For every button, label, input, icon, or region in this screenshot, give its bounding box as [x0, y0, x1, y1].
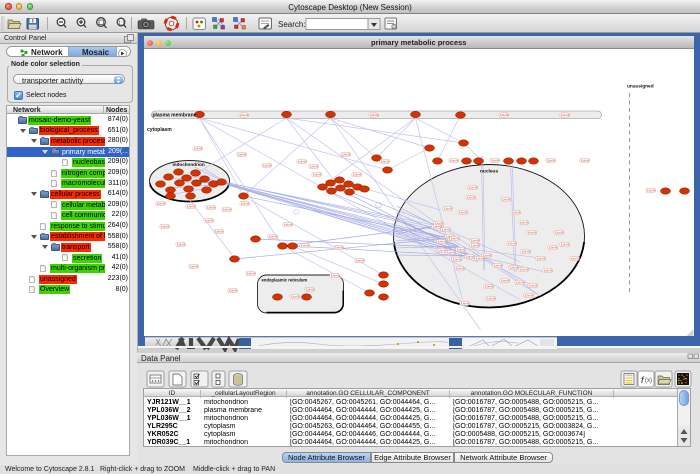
svg-text:[Unk-M]: [Unk-M] — [486, 297, 495, 300]
svg-text:[Unk-M]: [Unk-M] — [546, 159, 555, 162]
svg-text:[Unk-M]: [Unk-M] — [330, 274, 339, 277]
svg-text:nucleus: nucleus — [480, 169, 498, 175]
svg-text:[Unk-M]: [Unk-M] — [470, 244, 479, 247]
svg-text:[Unk-M]: [Unk-M] — [570, 257, 579, 260]
svg-text:[Unk-M]: [Unk-M] — [246, 272, 255, 275]
svg-text:[Unk-M]: [Unk-M] — [493, 264, 502, 267]
svg-text:[Unk-M]: [Unk-M] — [309, 165, 318, 168]
svg-text:[Unk-M]: [Unk-M] — [189, 265, 198, 268]
svg-text:[Unk-M]: [Unk-M] — [240, 202, 249, 205]
svg-text:[Unk-M]: [Unk-M] — [237, 153, 246, 156]
svg-text:[Unk-M]: [Unk-M] — [341, 153, 350, 156]
svg-text:[Unk-M]: [Unk-M] — [460, 302, 469, 305]
svg-text:[Unk-M]: [Unk-M] — [352, 173, 361, 176]
svg-text:[Unk-M]: [Unk-M] — [156, 202, 165, 205]
svg-text:[Unk-M]: [Unk-M] — [507, 242, 516, 245]
svg-text:[Unk-M]: [Unk-M] — [484, 285, 493, 288]
svg-text:[Unk-M]: [Unk-M] — [239, 114, 248, 117]
svg-text:[Unk-M]: [Unk-M] — [499, 114, 508, 117]
svg-text:1:1: 1:1 — [118, 21, 125, 27]
svg-text:[Unk-M]: [Unk-M] — [560, 114, 569, 117]
svg-text:[Unk-M]: [Unk-M] — [214, 230, 223, 233]
svg-text:[Unk-M]: [Unk-M] — [490, 159, 499, 162]
svg-text:cytoplasm: cytoplasm — [147, 127, 172, 133]
svg-text:[Unk-M]: [Unk-M] — [449, 159, 458, 162]
svg-text:[Unk-M]: [Unk-M] — [519, 268, 528, 271]
svg-text:[Unk-M]: [Unk-M] — [443, 207, 452, 210]
svg-text:[Unk-M]: [Unk-M] — [465, 255, 474, 258]
svg-text:[Unk-M]: [Unk-M] — [369, 114, 378, 117]
svg-text:[Unk-M]: [Unk-M] — [305, 288, 314, 291]
svg-text:[Unk-M]: [Unk-M] — [548, 246, 557, 249]
svg-text:[Unk-M]: [Unk-M] — [515, 281, 524, 284]
svg-text:[Unk-M]: [Unk-M] — [432, 225, 441, 228]
svg-text:[Unk-M]: [Unk-M] — [334, 246, 343, 249]
svg-text:[Unk-M]: [Unk-M] — [646, 189, 655, 192]
svg-text:[Unk-M]: [Unk-M] — [468, 186, 477, 189]
svg-text:[Unk-M]: [Unk-M] — [521, 250, 530, 253]
svg-text:mitochondrion: mitochondrion — [172, 162, 204, 167]
svg-text:plasma membrane: plasma membrane — [152, 113, 196, 119]
svg-text:[Unk-M]: [Unk-M] — [450, 237, 459, 240]
svg-text:[Unk-M]: [Unk-M] — [441, 228, 450, 231]
svg-text:[Unk-M]: [Unk-M] — [458, 211, 467, 214]
svg-text:[Unk-M]: [Unk-M] — [446, 251, 455, 254]
svg-text:[Unk-M]: [Unk-M] — [470, 239, 479, 242]
svg-text:[Unk-M]: [Unk-M] — [456, 248, 465, 251]
svg-text:[Unk-M]: [Unk-M] — [437, 240, 446, 243]
svg-text:[Unk-M]: [Unk-M] — [527, 231, 536, 234]
svg-text:endoplasmic reticulum: endoplasmic reticulum — [261, 278, 307, 283]
svg-text:[Unk-M]: [Unk-M] — [355, 259, 364, 262]
svg-text:[Unk-M]: [Unk-M] — [222, 208, 231, 211]
svg-text:[Unk-M]: [Unk-M] — [543, 269, 552, 272]
svg-text:[Unk-M]: [Unk-M] — [500, 279, 509, 282]
svg-text:[Unk-M]: [Unk-M] — [228, 289, 237, 292]
svg-text:[Unk-M]: [Unk-M] — [524, 294, 533, 297]
svg-text:[Unk-M]: [Unk-M] — [536, 257, 545, 260]
svg-text:[Unk-M]: [Unk-M] — [452, 258, 461, 261]
svg-text:[Unk-M]: [Unk-M] — [580, 159, 589, 162]
svg-text:Search:: Search: — [278, 20, 306, 29]
svg-text:[Unk-M]: [Unk-M] — [475, 257, 484, 260]
svg-text:[Unk-M]: [Unk-M] — [193, 147, 202, 150]
svg-text:[Unk-M]: [Unk-M] — [519, 221, 528, 224]
svg-text:(x): (x) — [645, 378, 652, 384]
svg-text:[Unk-M]: [Unk-M] — [560, 243, 569, 246]
svg-text:[Unk-M]: [Unk-M] — [262, 164, 271, 167]
svg-text:[Unk-M]: [Unk-M] — [204, 219, 213, 222]
svg-text:[Unk-M]: [Unk-M] — [300, 244, 309, 247]
svg-text:[Unk-M]: [Unk-M] — [176, 243, 185, 246]
svg-text:[Unk-M]: [Unk-M] — [466, 196, 475, 199]
svg-text:[Unk-M]: [Unk-M] — [312, 173, 321, 176]
svg-text:[Unk-M]: [Unk-M] — [186, 205, 195, 208]
svg-text:[Unk-M]: [Unk-M] — [160, 225, 169, 228]
svg-text:[Unk-M]: [Unk-M] — [206, 206, 215, 209]
svg-text:[Unk-M]: [Unk-M] — [509, 266, 518, 269]
svg-text:[Unk-M]: [Unk-M] — [528, 284, 537, 287]
svg-text:[Unk-M]: [Unk-M] — [283, 223, 292, 226]
svg-text:[Unk-M]: [Unk-M] — [511, 211, 520, 214]
svg-text:[Unk-M]: [Unk-M] — [268, 235, 277, 238]
svg-text:[Unk-M]: [Unk-M] — [437, 249, 446, 252]
svg-text:[Unk-M]: [Unk-M] — [380, 160, 389, 163]
svg-text:unassigned: unassigned — [627, 84, 654, 90]
svg-text:[Unk-M]: [Unk-M] — [290, 295, 299, 298]
svg-text:[Unk-M]: [Unk-M] — [501, 198, 510, 201]
svg-text:[Unk-M]: [Unk-M] — [455, 267, 464, 270]
svg-text:[Unk-M]: [Unk-M] — [297, 160, 306, 163]
svg-text:[Unk-M]: [Unk-M] — [554, 231, 563, 234]
